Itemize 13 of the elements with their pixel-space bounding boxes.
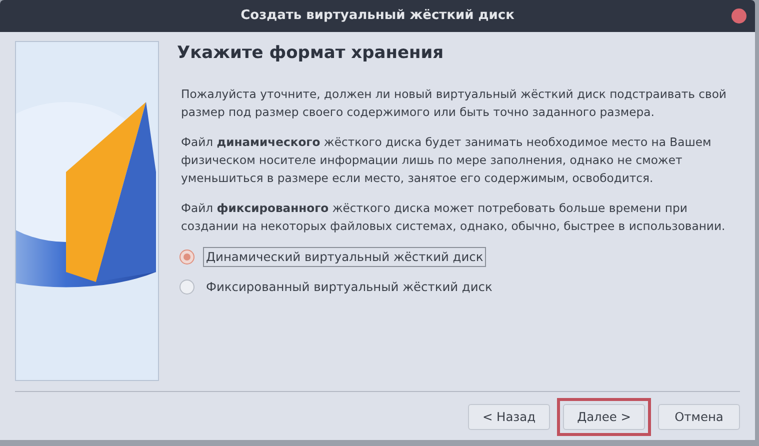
- description-paragraph: Файл фиксированного жёсткого диска может потребовать больше времени при создании на некоторых файловых системах, однако, обычно, быстрее в использовании.: [181, 200, 726, 234]
- window-title: Создать виртуальный жёсткий диск: [240, 7, 514, 26]
- radio-label[interactable]: Динамический виртуальный жёсткий диск: [203, 246, 486, 267]
- radio-label[interactable]: Фиксированный виртуальный жёсткий диск: [203, 276, 496, 298]
- dialog-button[interactable]: Далее >: [563, 404, 645, 430]
- description-paragraph: Файл динамического жёсткого диска будет занимать необходимое место на Вашем физическом носителе информации лишь по мере заполнения, однако не сможет уменьшиться в размере если место, занятое его содержимым, освободится.: [181, 134, 712, 186]
- page-heading: Укажите формат хранения: [177, 42, 445, 65]
- description-paragraph: Пожалуйста уточните, должен ли новый виртуальный жёсткий диск подстраивать свой размер под размер своего содержимого или быть точно заданного размера.: [181, 86, 728, 120]
- radio-button[interactable]: [179, 248, 195, 265]
- close-icon[interactable]: [731, 8, 747, 24]
- dialog-button[interactable]: Отмена: [658, 404, 740, 430]
- radio-button[interactable]: [179, 278, 195, 295]
- dialog-button[interactable]: < Назад: [468, 404, 550, 430]
